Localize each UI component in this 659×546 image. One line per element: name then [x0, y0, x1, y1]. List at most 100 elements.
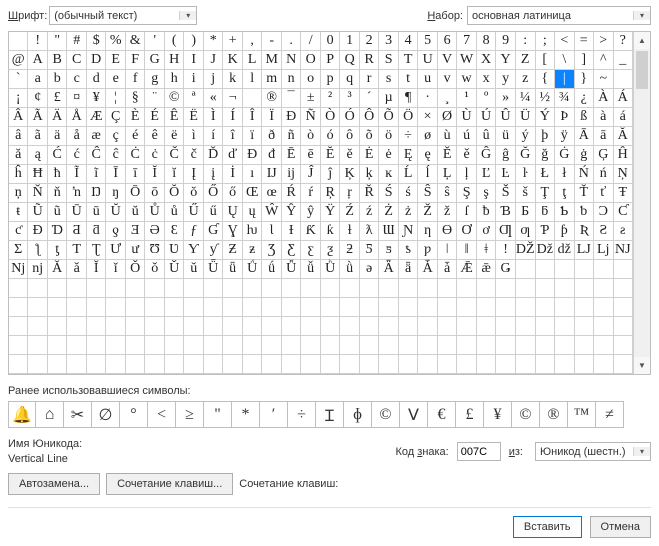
insert-button[interactable]: Вставить	[513, 516, 582, 538]
character-cell[interactable]: µ	[379, 89, 398, 108]
character-cell[interactable]	[48, 336, 67, 355]
character-cell[interactable]: §	[126, 89, 146, 108]
character-cell[interactable]: Ò	[321, 108, 340, 127]
character-cell[interactable]	[48, 298, 67, 317]
character-cell[interactable]: i	[184, 70, 204, 89]
character-cell[interactable]	[477, 279, 497, 298]
character-cell[interactable]: Ɠ	[204, 222, 224, 241]
character-cell[interactable]: Ā	[575, 127, 594, 146]
character-cell[interactable]: Ʀ	[575, 222, 594, 241]
character-cell[interactable]	[223, 298, 242, 317]
character-cell[interactable]	[126, 279, 146, 298]
character-cell[interactable]	[184, 355, 204, 374]
character-cell[interactable]: Ä	[48, 108, 67, 127]
character-cell[interactable]: C	[67, 51, 87, 70]
character-cell[interactable]: Ĥ	[614, 146, 633, 165]
character-cell[interactable]: ǐ	[106, 260, 125, 279]
character-cell[interactable]: ¾	[555, 89, 575, 108]
character-cell[interactable]: }	[575, 70, 594, 89]
character-cell[interactable]	[145, 317, 165, 336]
character-cell[interactable]	[594, 336, 614, 355]
character-cell[interactable]	[418, 298, 438, 317]
character-cell[interactable]	[87, 317, 107, 336]
character-cell[interactable]: ǡ	[438, 260, 457, 279]
character-cell[interactable]	[87, 298, 107, 317]
character-cell[interactable]: Ƈ	[614, 203, 633, 222]
character-cell[interactable]: Ŵ	[262, 203, 282, 222]
character-cell[interactable]: Ģ	[594, 146, 614, 165]
character-cell[interactable]: Ű	[184, 203, 204, 222]
character-cell[interactable]: ß	[575, 108, 594, 127]
character-cell[interactable]: ƣ	[516, 222, 536, 241]
character-cell[interactable]: ƞ	[418, 222, 438, 241]
character-cell[interactable]	[321, 298, 340, 317]
character-cell[interactable]: Ú	[477, 108, 497, 127]
character-cell[interactable]	[496, 298, 515, 317]
character-cell[interactable]: Ʃ	[9, 241, 28, 260]
character-cell[interactable]: ³	[340, 89, 360, 108]
scroll-up-icon[interactable]: ▲	[634, 32, 650, 49]
character-cell[interactable]: ī	[126, 165, 146, 184]
character-cell[interactable]: ǅ	[536, 241, 556, 260]
character-cell[interactable]	[477, 317, 497, 336]
character-cell[interactable]: <	[555, 32, 575, 51]
character-cell[interactable]: ý	[516, 127, 536, 146]
character-cell[interactable]	[457, 298, 477, 317]
character-cell[interactable]: Ơ	[457, 222, 477, 241]
character-cell[interactable]	[438, 279, 457, 298]
character-cell[interactable]: G	[145, 51, 165, 70]
character-cell[interactable]: 3	[379, 32, 398, 51]
character-cell[interactable]: Ð	[282, 108, 301, 127]
character-cell[interactable]: ǈ	[594, 241, 614, 260]
character-cell[interactable]: ǘ	[262, 260, 282, 279]
character-cell[interactable]	[340, 336, 360, 355]
character-cell[interactable]: ƺ	[321, 241, 340, 260]
character-cell[interactable]: Ù	[457, 108, 477, 127]
character-cell[interactable]: ¹	[457, 89, 477, 108]
character-cell[interactable]: ƻ	[340, 241, 360, 260]
character-cell[interactable]	[184, 298, 204, 317]
character-cell[interactable]: Ǘ	[243, 260, 263, 279]
character-cell[interactable]: Ì	[204, 108, 224, 127]
character-cell[interactable]	[243, 355, 263, 374]
character-cell[interactable]	[9, 298, 28, 317]
character-cell[interactable]	[106, 279, 125, 298]
character-cell[interactable]	[496, 317, 515, 336]
character-cell[interactable]: Ɔ	[594, 203, 614, 222]
character-cell[interactable]: Á	[614, 89, 633, 108]
code-input[interactable]	[457, 442, 501, 461]
character-cell[interactable]	[555, 298, 575, 317]
character-cell[interactable]	[48, 355, 67, 374]
character-cell[interactable]: O	[301, 51, 321, 70]
character-cell[interactable]: ǃ	[496, 241, 515, 260]
character-cell[interactable]: ĳ	[282, 165, 301, 184]
character-cell[interactable]: ĵ	[321, 165, 340, 184]
recent-character-cell[interactable]: ′	[259, 401, 288, 428]
character-cell[interactable]	[262, 279, 282, 298]
character-cell[interactable]: Ě	[438, 146, 457, 165]
character-cell[interactable]: v	[438, 70, 457, 89]
character-cell[interactable]: 6	[438, 32, 457, 51]
character-cell[interactable]: Ļ	[438, 165, 457, 184]
character-cell[interactable]: ǔ	[184, 260, 204, 279]
character-cell[interactable]	[418, 336, 438, 355]
character-cell[interactable]: Ƶ	[223, 241, 242, 260]
character-cell[interactable]	[145, 298, 165, 317]
character-cell[interactable]: ć	[67, 146, 87, 165]
character-cell[interactable]: ǋ	[9, 260, 28, 279]
character-cell[interactable]: ŝ	[438, 184, 457, 203]
character-cell[interactable]: Ö	[399, 108, 419, 127]
character-cell[interactable]: N	[282, 51, 301, 70]
character-cell[interactable]	[145, 336, 165, 355]
character-cell[interactable]: |	[555, 70, 575, 89]
character-cell[interactable]: ¤	[67, 89, 87, 108]
character-cell[interactable]: Ɣ	[223, 222, 242, 241]
character-cell[interactable]	[28, 279, 48, 298]
character-cell[interactable]	[496, 355, 515, 374]
recent-character-cell[interactable]: ÷	[287, 401, 316, 428]
character-cell[interactable]	[399, 355, 419, 374]
recent-character-cell[interactable]: ∅	[91, 401, 120, 428]
character-cell[interactable]: ǎ	[67, 260, 87, 279]
character-cell[interactable]: ã	[28, 127, 48, 146]
character-cell[interactable]: Ġ	[555, 146, 575, 165]
